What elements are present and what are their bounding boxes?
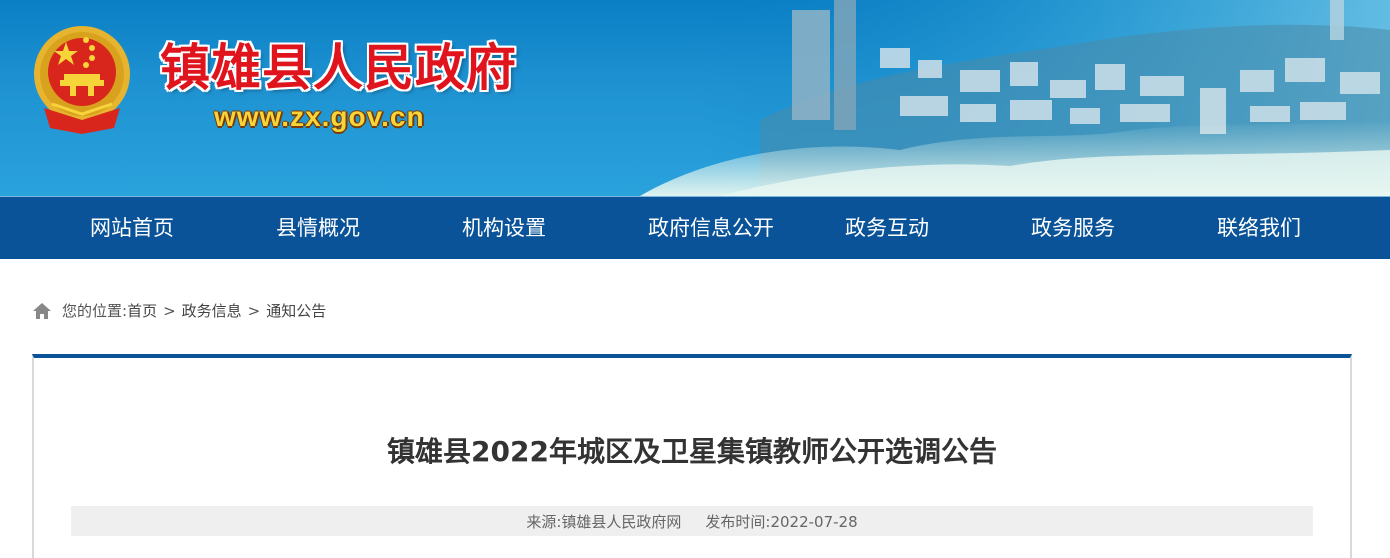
site-url: www.zx.gov.cn (214, 101, 425, 132)
nav-item-home[interactable]: 网站首页 (0, 197, 264, 259)
site-banner: 镇雄县人民政府 www.zx.gov.cn (0, 0, 1390, 196)
breadcrumb-prefix: 您的位置: (62, 302, 128, 320)
nav-item-contact-us[interactable]: 联络我们 (1158, 197, 1360, 259)
article-panel: 镇雄县2022年城区及卫星集镇教师公开选调公告 来源:镇雄县人民政府网 发布时间… (32, 354, 1352, 558)
main-nav: 网站首页 县情概况 机构设置 政府信息公开 政务互动 政务服务 联络我们 (0, 196, 1390, 259)
nav-item-organization[interactable]: 机构设置 (372, 197, 636, 259)
article-source: 来源:镇雄县人民政府网 (526, 512, 682, 531)
city-skyline-graphic (640, 0, 1390, 196)
nav-item-county-overview[interactable]: 县情概况 (264, 197, 372, 259)
breadcrumb-home-link[interactable]: 首页 (127, 300, 157, 321)
breadcrumb-separator: > (247, 301, 261, 320)
nav-item-gov-services[interactable]: 政务服务 (988, 197, 1158, 259)
breadcrumb-separator: > (163, 301, 176, 320)
site-name: 镇雄县人民政府 (160, 38, 517, 97)
home-icon (33, 302, 51, 319)
nav-item-gov-info-public[interactable]: 政府信息公开 (636, 197, 786, 259)
national-emblem-icon (34, 26, 130, 134)
breadcrumb: 您的位置: 首页 > 政务信息 > 通知公告 (32, 300, 326, 321)
article-publish-time: 发布时间:2022-07-28 (705, 512, 858, 531)
breadcrumb-gov-info-link[interactable]: 政务信息 (182, 300, 242, 321)
article-title: 镇雄县2022年城区及卫星集镇教师公开选调公告 (387, 435, 997, 468)
breadcrumb-notices-link[interactable]: 通知公告 (266, 300, 326, 321)
nav-item-gov-interaction[interactable]: 政务互动 (786, 197, 988, 259)
article-meta-bar: 来源:镇雄县人民政府网 发布时间:2022-07-28 (71, 506, 1313, 536)
